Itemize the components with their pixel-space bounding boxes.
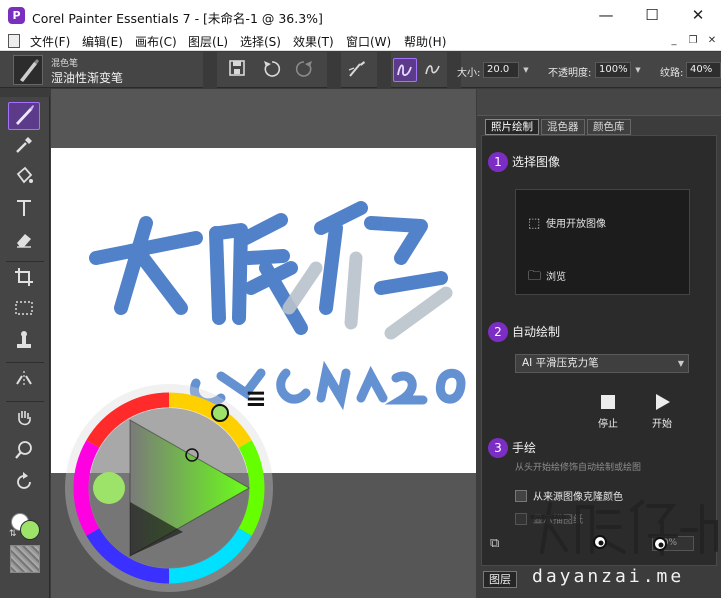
use-open-image-button[interactable]: ⬚ 使用开放图像 xyxy=(528,215,606,231)
size-label: 大小: xyxy=(457,68,481,79)
menu-canvas[interactable]: 画布(C) xyxy=(135,33,177,50)
toolbox-divider xyxy=(6,261,44,262)
menu-layers[interactable]: 图层(L) xyxy=(188,33,228,50)
opacity-label: 不透明度: xyxy=(548,68,592,79)
folder-icon: 🗀 xyxy=(528,269,542,284)
watermark-url: dayanzai.me xyxy=(532,566,685,587)
save-icon[interactable] xyxy=(225,58,249,82)
step-3-badge: 3 xyxy=(488,438,508,458)
step-1-title: 选择图像 xyxy=(512,155,561,169)
doc-restore-button[interactable]: ❐ xyxy=(684,32,702,49)
undo-icon[interactable] xyxy=(259,58,283,82)
paper-texture-swatch[interactable] xyxy=(10,545,40,573)
paint-bucket-icon[interactable] xyxy=(8,165,40,193)
size-input[interactable]: 20.0 xyxy=(483,62,519,78)
grabber-hand-icon[interactable] xyxy=(8,407,40,435)
stop-icon xyxy=(601,395,615,409)
browse-button[interactable]: 🗀 浏览 xyxy=(528,267,566,289)
color-wheel-menu-icon[interactable]: ≡ xyxy=(245,386,267,412)
tracing-paper-icon: ⧉ xyxy=(490,536,500,551)
rotate-page-icon[interactable] xyxy=(8,471,40,499)
source-image-box: ⬚ 使用开放图像 🗀 浏览 xyxy=(515,189,690,295)
rectangle-select-icon[interactable] xyxy=(8,297,40,325)
doc-minimize-button[interactable]: _ xyxy=(665,32,683,49)
tracing-opacity-row: ⧉ xyxy=(490,536,499,551)
property-bar-divider xyxy=(327,52,341,88)
hand-painting-hint: 从头开始绘修饰自动绘制或绘图 xyxy=(515,463,642,473)
tab-color-sets[interactable]: 颜色库 xyxy=(587,119,631,135)
close-button[interactable]: ✕ xyxy=(675,0,721,31)
chevron-down-icon: ▼ xyxy=(677,359,684,368)
open-image-icon: ⬚ xyxy=(528,216,541,231)
dropper-tool-icon[interactable] xyxy=(8,134,40,162)
window-title: Corel Painter Essentials 7 - [未命名-1 @ 36… xyxy=(32,11,323,26)
tab-layers[interactable]: 图层 xyxy=(483,571,517,588)
symmetry-icon[interactable] xyxy=(8,368,40,396)
straight-line-stroke-icon[interactable] xyxy=(421,58,445,82)
document-icon[interactable] xyxy=(8,34,20,48)
step-3-title: 手绘 xyxy=(512,441,537,455)
brush-thumbnail-icon xyxy=(20,59,39,82)
brush-tracking-icon[interactable] xyxy=(345,58,369,82)
menu-select[interactable]: 选择(S) xyxy=(240,33,281,50)
menu-effects[interactable]: 效果(T) xyxy=(293,33,334,50)
selected-color-preview xyxy=(93,472,125,504)
menu-edit[interactable]: 编辑(E) xyxy=(82,33,123,50)
color-wheel[interactable]: ≡ xyxy=(63,382,275,594)
auto-painting-style-select[interactable]: AI 平滑压克力笔 ▼ xyxy=(515,354,689,373)
property-bar-divider xyxy=(203,52,217,88)
swap-colors-icon[interactable]: ⇅ xyxy=(9,529,17,539)
watermark: dayanzai.me xyxy=(520,492,720,598)
clone-stamp-icon[interactable] xyxy=(8,329,40,357)
magnifier-icon[interactable] xyxy=(8,439,40,467)
brush-variant-label[interactable]: 湿油性渐变笔 xyxy=(51,69,123,86)
opacity-dropdown-icon[interactable]: ▼ xyxy=(632,62,644,78)
stop-button[interactable]: 停止 xyxy=(593,392,623,430)
hue-handle[interactable] xyxy=(211,404,229,422)
menu-file[interactable]: 文件(F) xyxy=(30,33,70,50)
tab-mixer[interactable]: 混色器 xyxy=(541,119,585,135)
start-button[interactable]: 开始 xyxy=(647,392,677,430)
size-dropdown-icon[interactable]: ▼ xyxy=(520,62,532,78)
play-icon xyxy=(656,394,670,410)
brush-category-label: 混色笔 xyxy=(51,59,79,69)
toolbox-divider xyxy=(6,401,44,402)
freehand-stroke-icon[interactable] xyxy=(393,58,417,82)
panel-header-strip xyxy=(477,89,721,116)
title-bar: P Corel Painter Essentials 7 - [未命名-1 @ … xyxy=(0,0,721,31)
menu-window[interactable]: 窗口(W) xyxy=(346,33,391,50)
text-tool-icon[interactable] xyxy=(8,197,40,225)
additional-color-swatch[interactable] xyxy=(20,520,40,540)
menu-bar: 文件(F) 编辑(E) 画布(C) 图层(L) 选择(S) 效果(T) 窗口(W… xyxy=(0,31,721,51)
brush-selector[interactable] xyxy=(13,55,43,85)
grain-input[interactable]: 40% xyxy=(686,62,721,78)
crop-icon[interactable] xyxy=(8,266,40,294)
painter-window: P Corel Painter Essentials 7 - [未命名-1 @ … xyxy=(0,0,721,598)
step-1-badge: 1 xyxy=(488,152,508,172)
doc-close-button[interactable]: ✕ xyxy=(703,32,721,49)
toolbox-divider xyxy=(6,362,44,363)
step-2-title: 自动绘制 xyxy=(512,325,561,339)
property-bar-divider xyxy=(377,52,391,88)
grain-label: 纹路: xyxy=(660,68,684,79)
property-bar: 混色笔 湿油性渐变笔 大小: 20.0 ▼ 不透明度: 100% ▼ 纹路: 4 xyxy=(0,52,721,88)
minimize-button[interactable]: — xyxy=(583,0,629,31)
menu-help[interactable]: 帮助(H) xyxy=(404,33,446,50)
opacity-input[interactable]: 100% xyxy=(595,62,631,78)
step-2-badge: 2 xyxy=(488,322,508,342)
toolbox: ⇅ xyxy=(0,97,50,598)
maximize-button[interactable]: ☐ xyxy=(629,0,675,31)
redo-icon[interactable] xyxy=(293,58,317,82)
brush-tool-icon[interactable] xyxy=(8,102,40,130)
eraser-icon[interactable] xyxy=(8,228,40,256)
tab-photo-painting[interactable]: 照片绘制 xyxy=(485,119,539,135)
app-logo-icon: P xyxy=(8,7,25,24)
